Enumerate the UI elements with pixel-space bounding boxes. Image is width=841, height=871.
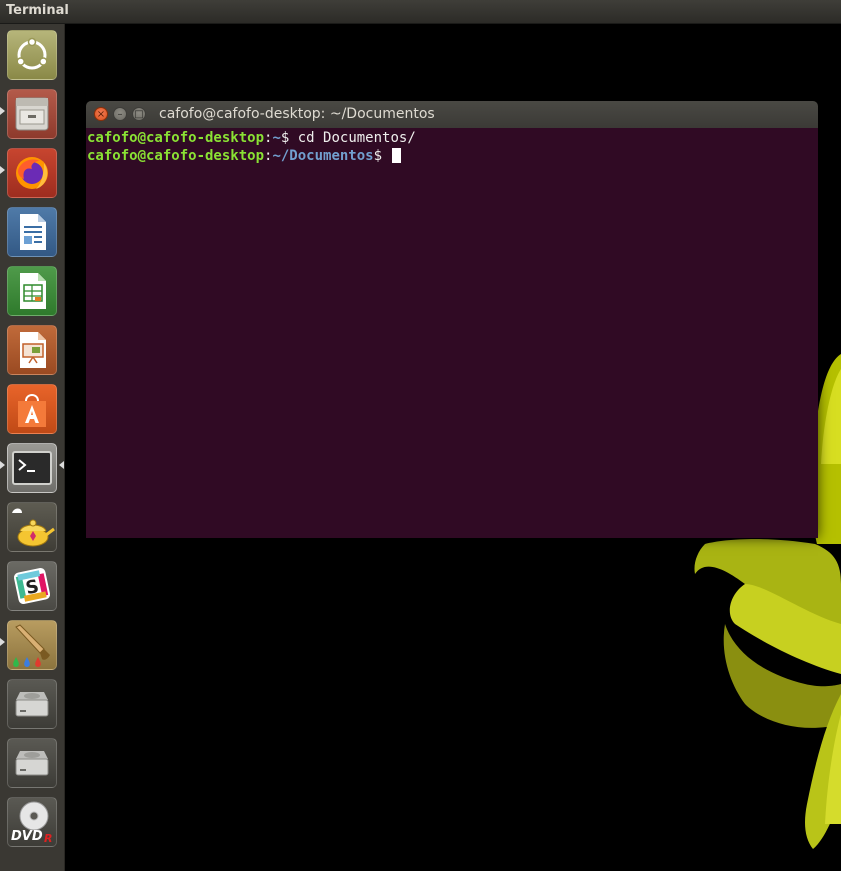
launcher-item-writer[interactable] (7, 207, 57, 257)
launcher-item-firefox[interactable] (7, 148, 57, 198)
launcher-item-software[interactable] (7, 384, 57, 434)
impress-presentation-icon (20, 332, 46, 368)
calc-spreadsheet-icon (20, 273, 46, 309)
running-indicator (0, 107, 5, 115)
launcher-item-drive-1[interactable] (7, 679, 57, 729)
svg-text:R: R (44, 832, 52, 845)
hard-drive-icon (15, 751, 49, 776)
software-center-bag-icon (18, 394, 46, 427)
slack-icon: S (13, 567, 51, 605)
hard-drive-icon (15, 692, 49, 717)
ubuntu-logo-icon (16, 37, 48, 70)
terminal-icon (12, 451, 52, 485)
paintbrush-icon (13, 624, 50, 667)
launcher-item-calc[interactable] (7, 266, 57, 316)
prompt-path: ~ (272, 130, 281, 146)
text-cursor (392, 148, 402, 163)
terminal-line-2: cafofo@cafofo-desktop:~/Documentos$ (87, 147, 402, 165)
launcher-item-paint[interactable] (7, 620, 57, 670)
file-cabinet-icon (15, 97, 49, 131)
launcher-item-lamp[interactable] (7, 502, 57, 552)
writer-document-icon (20, 214, 46, 250)
launcher-item-terminal[interactable] (7, 443, 57, 493)
focused-indicator (59, 461, 64, 469)
svg-text:DVD: DVD (11, 829, 43, 844)
launcher-item-drive-2[interactable] (7, 738, 57, 788)
terminal-output[interactable]: cafofo@cafofo-desktop:~$ cd Documentos/ … (86, 128, 818, 538)
running-indicator (0, 166, 5, 174)
running-indicator (0, 638, 5, 646)
launcher-item-dash[interactable] (7, 30, 57, 80)
dvd-r-disc-icon: DVD R (11, 801, 52, 845)
close-button[interactable]: × (94, 107, 108, 121)
launcher-item-dvd[interactable]: DVD R (7, 797, 57, 847)
maximize-button[interactable]: □ (132, 107, 146, 121)
terminal-window: × – □ cafofo@cafofo-desktop: ~/Documento… (86, 101, 818, 538)
prompt-symbol: $ (373, 148, 391, 164)
prompt-path: ~/Documentos (272, 148, 374, 164)
firefox-icon (16, 157, 48, 189)
launcher-item-impress[interactable] (7, 325, 57, 375)
active-app-title[interactable]: Terminal (6, 3, 69, 18)
running-indicator (0, 461, 5, 469)
minimize-button[interactable]: – (113, 107, 127, 121)
window-titlebar[interactable]: × – □ cafofo@cafofo-desktop: ~/Documento… (86, 101, 818, 128)
prompt-user: cafofo@cafofo-desktop (87, 148, 265, 164)
prompt-user: cafofo@cafofo-desktop (87, 130, 265, 146)
launcher-item-files[interactable] (7, 89, 57, 139)
lamp-icon (12, 508, 55, 547)
window-title: cafofo@cafofo-desktop: ~/Documentos (159, 106, 435, 122)
prompt-symbol: $ (280, 130, 298, 146)
command-text: cd Documentos/ (297, 130, 416, 146)
launcher-item-slack[interactable]: S (7, 561, 57, 611)
launcher: S DVD R (0, 24, 65, 871)
terminal-line-1: cafofo@cafofo-desktop:~$ cd Documentos/ (87, 129, 416, 147)
top-panel: Terminal (0, 0, 841, 24)
